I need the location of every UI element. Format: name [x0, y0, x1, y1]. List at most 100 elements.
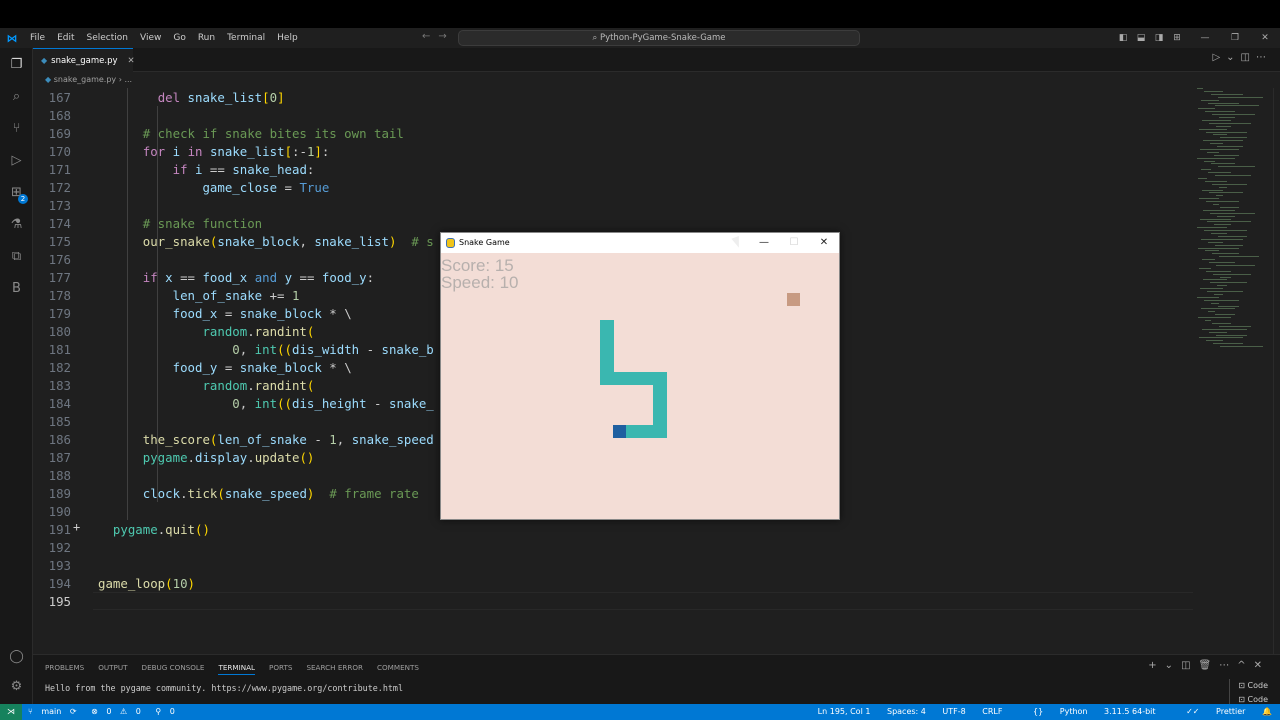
code-line[interactable]: 192: [33, 539, 1193, 557]
close-icon[interactable]: ✕: [1250, 33, 1280, 43]
terminal-item[interactable]: ⊡ Code: [1238, 679, 1268, 693]
game-minimize-icon[interactable]: —: [749, 233, 779, 253]
account-icon[interactable]: ◯: [0, 646, 33, 668]
restore-icon[interactable]: ❐: [1220, 33, 1250, 43]
code-line[interactable]: 169 # check if snake bites its own tail: [33, 125, 1193, 143]
tab-terminal[interactable]: TERMINAL: [218, 663, 256, 675]
minimap-line: [1197, 88, 1203, 89]
nav-arrows[interactable]: ←→: [422, 31, 455, 42]
end-of-line[interactable]: CRLF: [982, 707, 1002, 716]
menu-terminal[interactable]: Terminal: [221, 33, 271, 43]
code-line[interactable]: 170 for i in snake_list[:-1]:: [33, 143, 1193, 161]
breadcrumb-symbol[interactable]: ...: [124, 75, 132, 84]
minimap-line: [1217, 146, 1243, 147]
terminal-dropdown-icon[interactable]: ⌄: [1165, 660, 1181, 671]
settings-gear-icon[interactable]: ⚙: [0, 676, 33, 698]
menu-help[interactable]: Help: [271, 33, 304, 43]
source-control-icon[interactable]: ⑂: [0, 118, 33, 140]
code-line[interactable]: 193: [33, 557, 1193, 575]
kill-terminal-icon[interactable]: 🗑: [1199, 660, 1220, 671]
line-number: 179: [48, 306, 71, 321]
food-block: [787, 293, 800, 306]
encoding[interactable]: UTF-8: [942, 707, 965, 716]
activity-bar: ❐ ⌕ ⑂ ▷ ⊞ 2 ⚗ ⧉ B ◯ ⚙: [0, 48, 33, 704]
cursor-position[interactable]: Ln 195, Col 1: [818, 707, 871, 716]
interpreter[interactable]: 3.11.5 64-bit: [1104, 707, 1156, 716]
menu-view[interactable]: View: [134, 33, 167, 43]
minimap-line: [1201, 169, 1211, 171]
minimap[interactable]: [1193, 88, 1273, 358]
toggle-panel-icon[interactable]: ⬓: [1132, 33, 1150, 43]
branch-status[interactable]: ⑂ main ⟳: [28, 707, 83, 716]
terminal-output[interactable]: Hello from the pygame community. https:/…: [45, 683, 403, 693]
split-editor-icon[interactable]: ◫: [1241, 52, 1256, 63]
explorer-icon[interactable]: ❐: [0, 54, 33, 76]
toggle-sidebar-icon[interactable]: ◧: [1114, 33, 1132, 43]
code-line[interactable]: 194 game_loop(10): [33, 575, 1193, 593]
code-line[interactable]: 173: [33, 197, 1193, 215]
minimap-line: [1206, 270, 1231, 272]
tab-output[interactable]: OUTPUT: [98, 663, 127, 675]
line-number: 187: [48, 450, 71, 465]
new-terminal-icon[interactable]: +: [1148, 660, 1164, 671]
run-debug-icon[interactable]: ▷: [0, 150, 33, 172]
command-center-search[interactable]: ⌕ Python-PyGame-Snake-Game: [458, 30, 860, 46]
code-line[interactable]: 168: [33, 107, 1193, 125]
code-text: if x == food_x and y == food_y:: [142, 270, 375, 285]
menu-file[interactable]: File: [24, 33, 51, 43]
more-icon[interactable]: ⋯: [1219, 660, 1237, 671]
run-dropdown-icon[interactable]: ⌄: [1226, 52, 1240, 63]
menu-selection[interactable]: Selection: [81, 33, 134, 43]
notifications-bell-icon[interactable]: 🔔: [1262, 707, 1272, 716]
minimap-line: [1215, 105, 1259, 107]
code-line[interactable]: 174 # snake function: [33, 215, 1193, 233]
breadcrumb-file[interactable]: snake_game.py: [54, 75, 116, 84]
fold-plus-icon[interactable]: +: [73, 520, 80, 534]
testing-icon[interactable]: ⚗: [0, 214, 33, 236]
language-mode[interactable]: {} Python: [1019, 707, 1087, 716]
radio-tower-icon: ⚲: [155, 707, 164, 716]
search-icon[interactable]: ⌕: [0, 86, 33, 108]
minimap-line: [1220, 346, 1263, 348]
extension-b-icon[interactable]: B: [0, 278, 33, 300]
close-panel-icon[interactable]: ✕: [1254, 660, 1270, 671]
game-canvas[interactable]: Score: 15 Speed: 10: [441, 253, 839, 519]
code-line[interactable]: 172 game_close = True: [33, 179, 1193, 197]
remote-icon[interactable]: ⋊: [0, 704, 22, 720]
snake-game-window[interactable]: Snake Game — ☐ ✕ Score: 15 Speed: 10: [440, 232, 840, 520]
code-line[interactable]: 191 pygame.quit(): [33, 521, 1193, 539]
maximize-panel-icon[interactable]: ^: [1237, 660, 1253, 671]
customize-layout-icon[interactable]: ⊞: [1168, 33, 1186, 43]
tab-debug-console[interactable]: DEBUG CONSOLE: [142, 663, 205, 675]
toggle-secondary-sidebar-icon[interactable]: ◨: [1150, 33, 1168, 43]
tab-comments[interactable]: COMMENTS: [377, 663, 419, 675]
menu-run[interactable]: Run: [192, 33, 221, 43]
minimize-icon[interactable]: —: [1190, 33, 1220, 43]
game-window-titlebar[interactable]: Snake Game — ☐ ✕: [441, 233, 839, 253]
sync-icon[interactable]: ⟳: [70, 707, 77, 716]
indentation[interactable]: Spaces: 4: [887, 707, 926, 716]
split-terminal-icon[interactable]: ◫: [1181, 660, 1198, 671]
menu-go[interactable]: Go: [167, 33, 191, 43]
problems-status[interactable]: ⊗ 0 ⚠ 0: [91, 707, 147, 716]
more-actions-icon[interactable]: ⋯: [1256, 52, 1272, 63]
tab-problems[interactable]: PROBLEMS: [45, 663, 84, 675]
minimap-line: [1212, 253, 1239, 255]
game-close-icon[interactable]: ✕: [809, 233, 839, 253]
tab-close-icon[interactable]: ✕: [128, 56, 135, 66]
minimap-line: [1216, 264, 1255, 266]
ports-status[interactable]: ⚲ 0: [155, 707, 181, 716]
menu-edit[interactable]: Edit: [51, 33, 80, 43]
extensions-icon[interactable]: ⊞ 2: [0, 182, 33, 204]
code-line[interactable]: 195: [33, 593, 1193, 611]
minimap-line: [1202, 119, 1231, 121]
run-file-icon[interactable]: ▷: [1212, 52, 1226, 63]
tab-search-error[interactable]: SEARCH ERROR: [306, 663, 363, 675]
editor-scrollbar[interactable]: [1273, 88, 1280, 654]
tab-snake-game[interactable]: ◆ snake_game.py ✕: [33, 48, 135, 72]
prettier-status[interactable]: ✓✓ Prettier: [1172, 707, 1245, 716]
remote-explorer-icon[interactable]: ⧉: [0, 246, 33, 268]
code-line[interactable]: 167 del snake_list[0]: [33, 89, 1193, 107]
code-line[interactable]: 171 if i == snake_head:: [33, 161, 1193, 179]
tab-ports[interactable]: PORTS: [269, 663, 292, 675]
